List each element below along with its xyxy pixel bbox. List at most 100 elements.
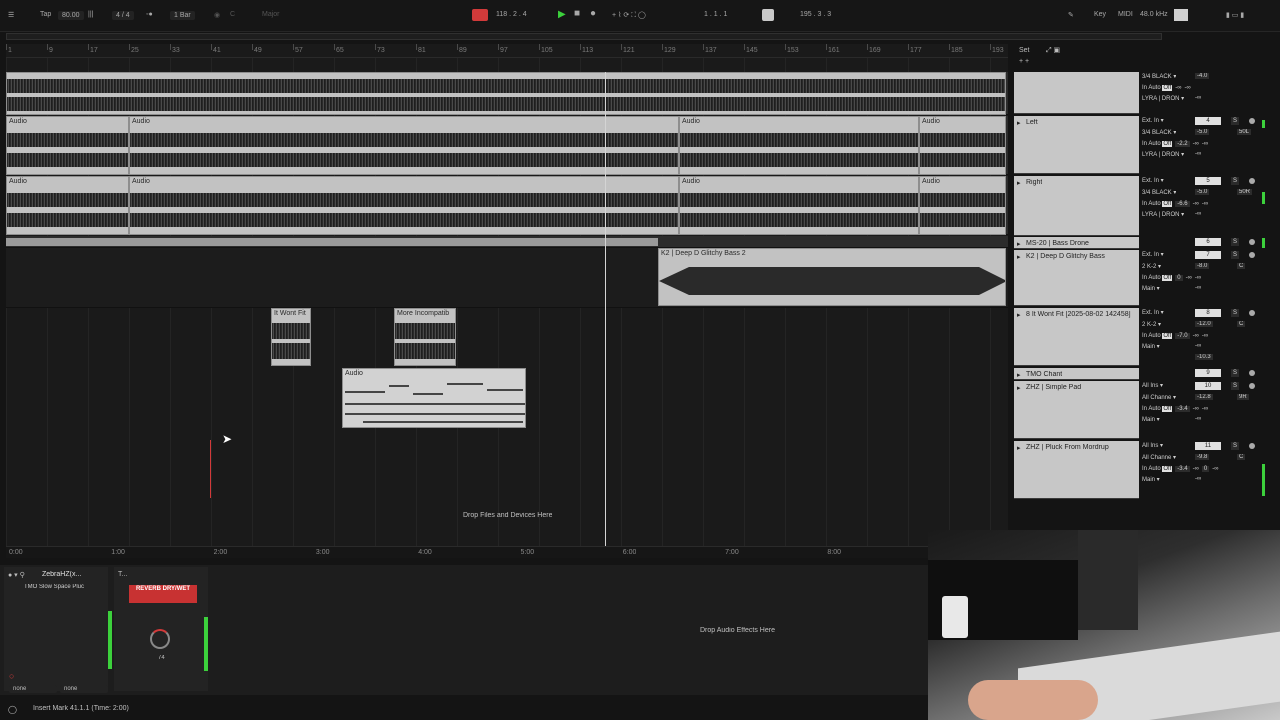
fold-icon[interactable]: ▸ <box>1017 311 1021 319</box>
send-field[interactable]: -6.6 <box>1175 201 1190 207</box>
midi-map-button[interactable]: MIDI <box>1118 11 1133 18</box>
record-button[interactable]: ● <box>590 8 596 19</box>
audio-clip[interactable]: Audio <box>6 116 129 175</box>
info-icon[interactable]: ◯ <box>8 705 17 714</box>
chain-name[interactable]: TMO Slow Space Pluc <box>24 584 84 590</box>
add-icon[interactable]: + + <box>1019 58 1029 65</box>
tap-button[interactable]: Tap <box>40 11 51 18</box>
track-number[interactable]: 4 <box>1195 117 1221 125</box>
solo-button[interactable]: S <box>1231 309 1239 317</box>
fold-icon[interactable]: ▸ <box>1017 179 1021 187</box>
audio-clip-wont-fit[interactable]: It Wont Fit <box>271 308 311 366</box>
monitor-off-button[interactable]: Off <box>1162 406 1173 412</box>
track-header[interactable]: ▸ 8 It Wont Fit [2025-08-02 142458] <box>1014 308 1139 366</box>
fold-icon[interactable]: ▸ <box>1017 384 1021 392</box>
beat-ruler[interactable]: 1 9 17 25 33 41 49 57 65 73 81 89 97 105 113 121 129 137 1… <box>6 44 1008 58</box>
pan-field[interactable]: C <box>1237 263 1246 269</box>
send-field[interactable]: -3.4 <box>1175 406 1190 412</box>
pan-field[interactable]: C <box>1237 321 1246 327</box>
fold-icon[interactable]: ▸ <box>1017 444 1021 452</box>
audio-clip[interactable]: Audio <box>919 116 1006 175</box>
solo-button[interactable]: S <box>1231 369 1239 377</box>
input-channel-select[interactable]: All Channe ▾ <box>1142 394 1176 403</box>
volume-field[interactable]: -5.0 <box>1195 189 1210 195</box>
fold-icon[interactable]: ▸ <box>1017 119 1021 127</box>
monitor-auto-button[interactable]: Auto <box>1148 141 1162 147</box>
send-field[interactable]: -7.0 <box>1175 333 1190 339</box>
monitor-auto-button[interactable]: Auto <box>1148 333 1162 339</box>
track-number[interactable]: 6 <box>1195 238 1221 246</box>
solo-button[interactable]: S <box>1231 177 1239 185</box>
power-icon[interactable]: ● ▾ ⚲ <box>8 571 25 579</box>
solo-button[interactable]: S <box>1231 442 1239 450</box>
monitor-auto-button[interactable]: Auto <box>1148 466 1162 472</box>
send-field[interactable]: -2.2 <box>1175 141 1190 147</box>
loop-switch-icon[interactable] <box>762 9 774 21</box>
arm-button[interactable] <box>1249 370 1255 376</box>
arm-button[interactable] <box>1249 118 1255 124</box>
view-toggle-icon[interactable]: ▮ ▭ ▮ <box>1226 11 1244 19</box>
arm-button[interactable] <box>1249 383 1255 389</box>
send-field[interactable]: 0 <box>1175 275 1183 281</box>
arrangement-record-icon[interactable] <box>472 9 488 21</box>
arm-button[interactable] <box>1249 239 1255 245</box>
track-header[interactable]: ▸ TMO Chant <box>1014 368 1139 380</box>
audio-clip[interactable]: Audio <box>919 176 1006 235</box>
fold-icon[interactable]: ▸ <box>1017 371 1021 379</box>
extra-field[interactable]: -10.3 <box>1195 354 1213 360</box>
monitor-off-button[interactable]: Off <box>1162 85 1173 91</box>
solo-button[interactable]: S <box>1231 251 1239 259</box>
output-select[interactable]: LYRA | DRON ▾ <box>1142 151 1184 160</box>
input-channel-select[interactable]: All Channe ▾ <box>1142 454 1176 463</box>
stop-button[interactable]: ■ <box>574 8 580 19</box>
audio-clip[interactable]: Audio <box>679 116 919 175</box>
output-select[interactable]: Main ▾ <box>1142 416 1160 425</box>
output-select[interactable]: Main ▾ <box>1142 476 1160 485</box>
tools-icon[interactable]: ⤢ ▣ <box>1046 46 1060 55</box>
audio-clip[interactable]: Audio <box>679 176 919 235</box>
play-button[interactable]: ▶ <box>558 9 566 20</box>
volume-field[interactable]: -4.0 <box>1195 73 1210 79</box>
loop-start-field[interactable]: 1 . 1 . 1 <box>704 11 727 18</box>
output-select[interactable]: Main ▾ <box>1142 343 1160 352</box>
arrangement-overview[interactable] <box>6 33 1162 40</box>
track-header[interactable]: ▸ MS-20 | Bass Drone <box>1014 237 1139 249</box>
audio-clip[interactable] <box>6 72 1006 115</box>
input-channel-select[interactable]: 3/4 BLACK ▾ <box>1142 189 1176 198</box>
output-select[interactable]: LYRA | DRON ▾ <box>1142 95 1184 104</box>
draw-mode-icon[interactable]: ✎ <box>1068 11 1074 19</box>
macro-button[interactable]: REVERB DRY/WET <box>129 585 197 603</box>
input-type-select[interactable]: Ext. In ▾ <box>1142 309 1164 318</box>
quantize-menu[interactable]: 1 Bar <box>170 11 195 20</box>
instrument-rack[interactable]: ● ▾ ⚲ ZebraHZ(x... TMO Slow Space Pluc ○… <box>4 567 108 693</box>
metronome-icon[interactable]: ||| <box>88 11 93 18</box>
fold-icon[interactable]: ▸ <box>1017 253 1021 261</box>
out-select[interactable]: none <box>60 685 108 693</box>
solo-button[interactable]: S <box>1231 238 1239 246</box>
input-type-select[interactable]: Ext. In ▾ <box>1142 117 1164 126</box>
key-scale-icon[interactable]: ◉ <box>214 11 220 19</box>
track-header[interactable]: ▸ K2 | Deep D Glitchy Bass <box>1014 250 1139 306</box>
track-header[interactable] <box>1014 72 1139 114</box>
track-number[interactable]: 9 <box>1195 369 1221 377</box>
monitor-auto-button[interactable]: Auto <box>1148 275 1162 281</box>
track-header[interactable]: ▸ ZHZ | Simple Pad <box>1014 381 1139 439</box>
arrangement-position[interactable]: 118 . 2 . 4 <box>496 11 527 18</box>
key-select[interactable]: C <box>230 11 235 18</box>
tempo-field[interactable]: 80.00 <box>58 11 84 20</box>
chain-power-icon[interactable]: ○ <box>9 671 14 681</box>
pan-field[interactable]: C <box>1237 454 1246 460</box>
macro-panel[interactable]: T... REVERB DRY/WET 74 <box>114 567 208 691</box>
input-type-select[interactable]: 3/4 BLACK ▾ <box>1142 73 1176 82</box>
follow-icon[interactable]: ◦● <box>146 11 153 18</box>
solo-button[interactable]: S <box>1231 117 1239 125</box>
send-field[interactable]: -3.4 <box>1175 466 1190 472</box>
monitor-auto-button[interactable]: Auto <box>1148 85 1162 91</box>
track-header[interactable]: ▸ Right <box>1014 176 1139 236</box>
arm-button[interactable] <box>1249 443 1255 449</box>
arm-button[interactable] <box>1249 178 1255 184</box>
input-type-select[interactable]: Ext. In ▾ <box>1142 177 1164 186</box>
volume-field[interactable]: -12.0 <box>1195 321 1213 327</box>
send-field-b[interactable]: 0 <box>1201 466 1210 472</box>
monitor-auto-button[interactable]: Auto <box>1148 406 1162 412</box>
